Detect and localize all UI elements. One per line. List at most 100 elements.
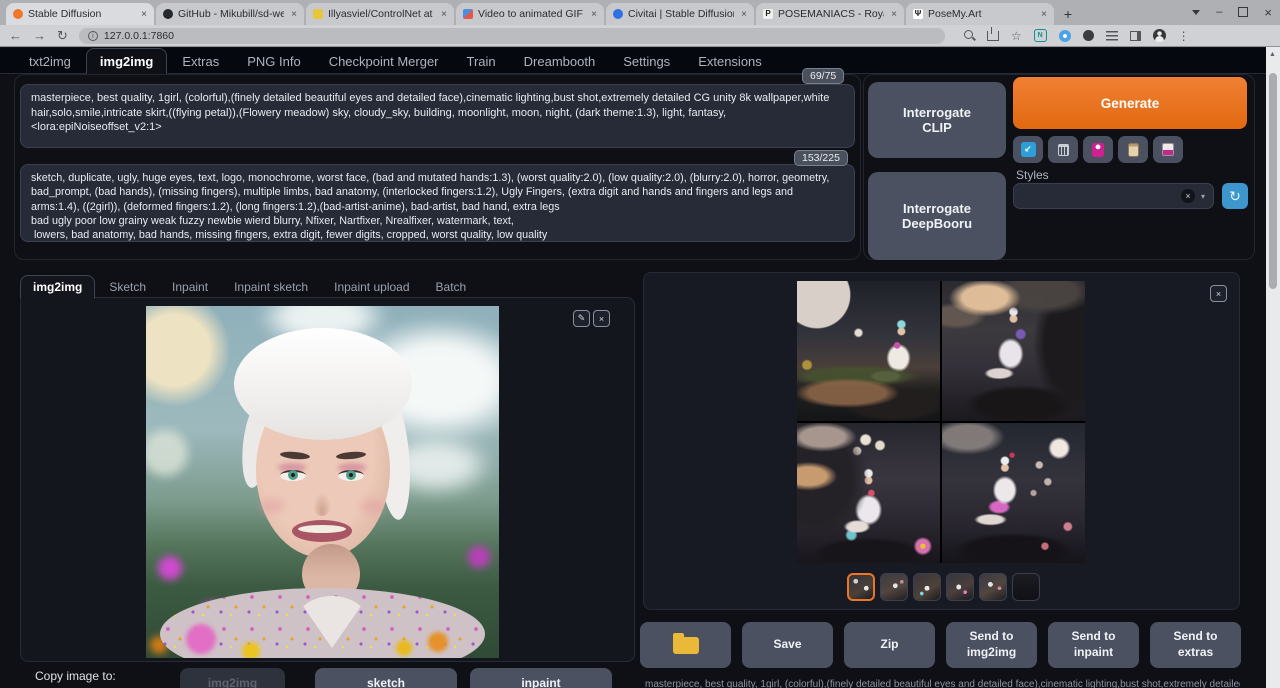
image-tools: ✎ ×	[573, 310, 610, 327]
tab-extras[interactable]: Extras	[169, 49, 232, 73]
tab-png-info[interactable]: PNG Info	[234, 49, 313, 73]
thumbnail-4[interactable]	[946, 573, 974, 601]
gallery-image-2[interactable]	[942, 281, 1085, 421]
tab-title: GitHub - Mikubill/sd-webui-co	[178, 8, 284, 20]
styles-label: Styles	[1016, 168, 1049, 182]
send-to-inpaint-button[interactable]: Send to inpaint	[1048, 622, 1139, 668]
tab-search-chevron-icon[interactable]	[1192, 10, 1200, 15]
page-scrollbar[interactable]: ▲	[1266, 47, 1280, 688]
thumbnail-3[interactable]	[913, 573, 941, 601]
scrollbar-thumb[interactable]	[1269, 73, 1277, 289]
source-image[interactable]	[146, 306, 499, 658]
interrogate-deepbooru-button[interactable]: Interrogate DeepBooru	[868, 172, 1006, 260]
browser-tab-posemaniacs[interactable]: P POSEMANIACS - Royalty free 3 ×	[756, 3, 904, 25]
paste-generation-params-button[interactable]: ↙	[1013, 136, 1043, 163]
browser-tab-controlnet[interactable]: Illyasviel/ControlNet at main ×	[306, 3, 454, 25]
side-panel-icon[interactable]	[1130, 31, 1141, 41]
edit-image-button[interactable]: ✎	[573, 310, 590, 327]
extension-blue-icon[interactable]	[1059, 30, 1071, 42]
civitai-favicon	[613, 9, 623, 19]
site-info-icon[interactable]: i	[88, 31, 98, 41]
gallery-grid	[797, 281, 1085, 563]
clear-styles-icon[interactable]: ×	[1181, 189, 1195, 203]
new-tab-button[interactable]: +	[1056, 4, 1080, 24]
save-button[interactable]: Save	[742, 622, 833, 668]
foreground-flower	[428, 632, 448, 652]
minimize-button[interactable]: –	[1216, 6, 1222, 18]
refresh-styles-button[interactable]: ↻	[1222, 183, 1248, 209]
clear-prompt-button[interactable]	[1048, 136, 1078, 163]
subtab-img2img[interactable]: img2img	[20, 275, 95, 299]
subtab-batch[interactable]: Batch	[424, 276, 479, 298]
tab-close-icon[interactable]: ×	[1039, 9, 1047, 20]
chevron-down-icon[interactable]: ▾	[1201, 192, 1205, 201]
profile-avatar[interactable]	[1153, 29, 1166, 42]
zoom-icon[interactable]	[964, 30, 975, 41]
tab-title: Stable Diffusion	[28, 8, 134, 20]
send-to-extras-button[interactable]: Send to extras	[1150, 622, 1241, 668]
clear-image-button[interactable]: ×	[593, 310, 610, 327]
apply-style-button[interactable]	[1118, 136, 1148, 163]
thumbnail-5[interactable]	[979, 573, 1007, 601]
bokeh-light	[146, 424, 194, 482]
gallery-image-1[interactable]	[797, 281, 940, 421]
open-folder-button[interactable]	[640, 622, 731, 668]
tab-close-icon[interactable]: ×	[589, 9, 597, 20]
browser-tab-github[interactable]: GitHub - Mikubill/sd-webui-co ×	[156, 3, 304, 25]
scrollbar-up-icon[interactable]: ▲	[1269, 51, 1277, 58]
browser-tab-posemyart[interactable]: Ψ PoseMy.Art ×	[906, 3, 1054, 25]
tab-close-icon[interactable]: ×	[139, 9, 147, 20]
extra-networks-button[interactable]	[1083, 136, 1113, 163]
negative-prompt-input[interactable]: sketch, duplicate, ugly, huge eyes, text…	[20, 164, 855, 242]
tab-train[interactable]: Train	[454, 49, 509, 73]
tab-title: Illyasviel/ControlNet at main	[328, 8, 434, 20]
tab-dreambooth[interactable]: Dreambooth	[511, 49, 609, 73]
bookmark-star-icon[interactable]: ☆	[1011, 29, 1022, 43]
browser-tab-gif-converter[interactable]: Video to animated GIF converter ×	[456, 3, 604, 25]
browser-menu-icon[interactable]: ⋮	[1178, 29, 1190, 43]
back-icon[interactable]: ←	[9, 28, 22, 43]
tab-extensions[interactable]: Extensions	[685, 49, 775, 73]
interrogate-clip-button[interactable]: Interrogate CLIP	[868, 82, 1006, 158]
tab-close-icon[interactable]: ×	[739, 9, 747, 20]
copy-to-sketch-button[interactable]: sketch	[315, 668, 457, 688]
extension-dark-icon[interactable]	[1083, 30, 1094, 41]
tab-close-icon[interactable]: ×	[439, 9, 447, 20]
tab-checkpoint-merger[interactable]: Checkpoint Merger	[316, 49, 452, 73]
extension-n-icon[interactable]: N	[1034, 29, 1047, 42]
share-icon[interactable]	[987, 31, 999, 41]
address-bar[interactable]: i 127.0.0.1:7860	[79, 28, 945, 44]
tab-close-icon[interactable]: ×	[289, 9, 297, 20]
maximize-button[interactable]	[1238, 7, 1248, 17]
tab-close-icon[interactable]: ×	[889, 9, 897, 20]
negative-prompt-token-counter: 153/225	[794, 150, 848, 166]
subtab-inpaint-sketch[interactable]: Inpaint sketch	[222, 276, 320, 298]
tab-txt2img[interactable]: txt2img	[16, 49, 84, 73]
subtab-inpaint-upload[interactable]: Inpaint upload	[322, 276, 421, 298]
thumbnail-6[interactable]	[1012, 573, 1040, 601]
subtab-sketch[interactable]: Sketch	[97, 276, 158, 298]
reload-icon[interactable]: ↻	[57, 28, 68, 44]
browser-tab-civitai[interactable]: Civitai | Stable Diffusion model ×	[606, 3, 754, 25]
reading-list-icon[interactable]	[1106, 31, 1118, 41]
send-to-img2img-button[interactable]: Send to img2img	[946, 622, 1037, 668]
tab-img2img[interactable]: img2img	[86, 48, 167, 74]
subtab-inpaint[interactable]: Inpaint	[160, 276, 220, 298]
zip-button[interactable]: Zip	[844, 622, 935, 668]
copy-to-img2img-button[interactable]: img2img	[180, 668, 285, 688]
close-window-button[interactable]: ×	[1264, 5, 1272, 20]
gallery-image-4[interactable]	[942, 423, 1085, 563]
generate-button[interactable]: Generate	[1013, 77, 1247, 129]
styles-dropdown[interactable]: × ▾	[1013, 183, 1214, 209]
close-gallery-button[interactable]: ×	[1210, 285, 1227, 302]
tab-settings[interactable]: Settings	[610, 49, 683, 73]
save-style-button[interactable]	[1153, 136, 1183, 163]
thumbnail-1[interactable]	[847, 573, 875, 601]
thumbnail-2[interactable]	[880, 573, 908, 601]
gallery-image-3[interactable]	[797, 423, 940, 563]
forward-icon[interactable]: →	[33, 28, 46, 43]
output-gallery-panel: ×	[643, 272, 1240, 610]
copy-to-inpaint-button[interactable]: inpaint	[470, 668, 612, 688]
prompt-input[interactable]: masterpiece, best quality, 1girl, (color…	[20, 84, 855, 148]
browser-tab-stable-diffusion[interactable]: Stable Diffusion ×	[6, 3, 154, 25]
